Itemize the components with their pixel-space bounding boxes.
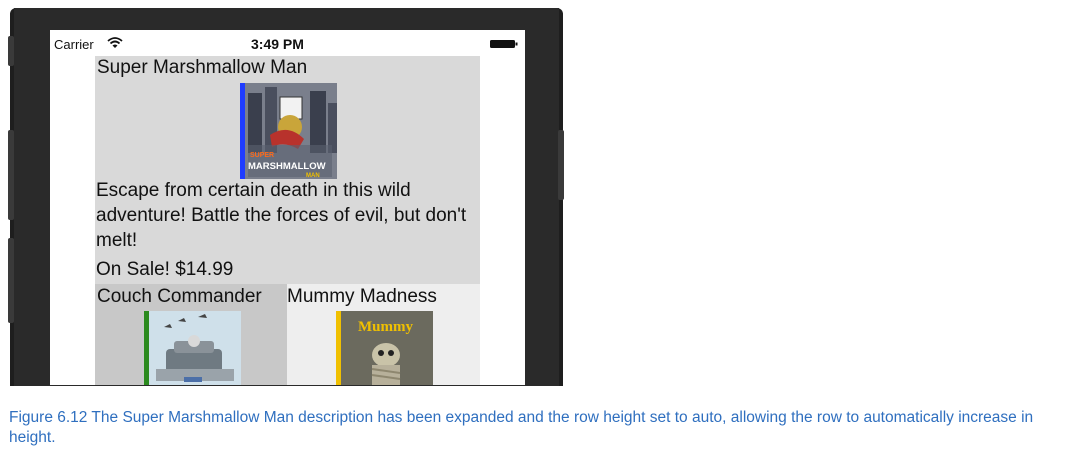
figure-caption: Figure 6.12 The Super Marshmallow Man de… [9, 409, 1034, 446]
cover-title-super: SUPER [250, 152, 274, 159]
sale-price: On Sale! $14.99 [96, 259, 234, 280]
volume-up-button [8, 130, 14, 220]
cover-title-marshmallow: MARSHMALLOW [248, 161, 326, 172]
status-time: 3:49 PM [251, 36, 304, 52]
mute-switch [8, 36, 14, 66]
carrier-label: Carrier [54, 37, 94, 52]
cover-title-mummy: Mummy [358, 319, 413, 335]
super-marshmallow-man-cover-image: SUPER MARSHMALLOW MAN [240, 83, 337, 179]
volume-down-button [8, 238, 14, 323]
mummy-madness-cover-image: Mummy [336, 311, 433, 385]
table-row-featured[interactable]: Super Marshmallow Man SUPER MARSHMALLOW … [95, 56, 480, 284]
power-button [558, 130, 564, 200]
game-title: Mummy Madness [287, 286, 437, 307]
game-cell-couch-commander[interactable]: Couch Commander [95, 284, 287, 385]
game-title: Super Marshmallow Man [97, 57, 308, 78]
status-bar: Carrier 3:49 PM [50, 30, 525, 56]
battery-icon [490, 40, 518, 48]
phone-screen: Carrier 3:49 PM Super Marshmallow Man SU… [50, 30, 525, 385]
wifi-icon [107, 37, 123, 48]
game-cell-mummy-madness[interactable]: Mummy Madness Mummy [287, 284, 480, 385]
couch-commander-cover-image [144, 311, 241, 385]
game-description: Escape from certain death in this wild a… [96, 180, 467, 251]
game-title: Couch Commander [97, 286, 262, 307]
